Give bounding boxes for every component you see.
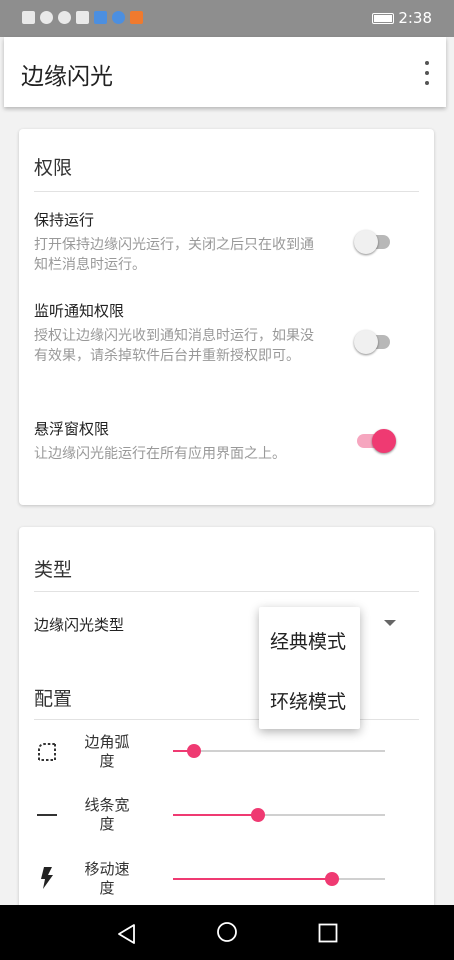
line-width-label: 线条宽度 <box>84 796 130 833</box>
notification-icons <box>22 11 143 24</box>
menu-item-classic-mode[interactable]: 经典模式 <box>270 627 346 654</box>
slider-thumb[interactable] <box>250 808 265 822</box>
status-bar: 2:38 <box>0 0 454 37</box>
move-speed-label: 移动速度 <box>84 860 130 897</box>
permissions-section-title: 权限 <box>34 157 73 179</box>
keep-running-description: 打开保持边缘闪光运行，关闭之后只在收到通知栏消息时运行。 <box>34 237 314 273</box>
type-config-card: 类型 边缘闪光类型 配置 边角弧度 线条宽度 移动速度 <box>19 527 434 927</box>
notification-permission-description: 授权让边缘闪光收到通知消息时运行，如果没有效果，请杀掉软件后台并重新授权即可。 <box>34 328 314 364</box>
home-icon[interactable] <box>216 921 238 943</box>
app-bar: 边缘闪光 <box>4 37 446 107</box>
slider-thumb[interactable] <box>187 744 202 758</box>
lightning-bolt-icon <box>41 867 53 889</box>
divider <box>34 191 419 192</box>
overlay-permission-description: 让边缘闪光能运行在所有应用界面之上。 <box>34 446 286 462</box>
notification-permission-title: 监听通知权限 <box>34 302 125 320</box>
divider <box>34 719 419 720</box>
clock: 2:38 <box>398 9 432 27</box>
overlay-permission-title: 悬浮窗权限 <box>34 420 110 438</box>
system-nav-bar <box>0 905 454 960</box>
line-width-slider[interactable] <box>173 808 385 822</box>
circle-app-icon <box>112 11 125 24</box>
type-section-title: 类型 <box>34 559 73 581</box>
move-speed-slider[interactable] <box>173 872 385 886</box>
flash-type-dropdown-menu: 经典模式 环绕模式 <box>259 607 360 729</box>
app-notification-icon <box>58 11 71 24</box>
line-width-icon <box>37 814 57 816</box>
keep-running-title: 保持运行 <box>34 211 95 229</box>
dropdown-arrow-icon[interactable] <box>384 620 396 626</box>
corner-radius-label: 边角弧度 <box>84 733 130 770</box>
keep-running-switch[interactable] <box>354 228 394 256</box>
recent-apps-icon[interactable] <box>318 923 338 943</box>
more-vert-icon[interactable] <box>422 61 432 85</box>
wifi-icon <box>40 11 53 24</box>
flash-type-label: 边缘闪光类型 <box>34 616 125 634</box>
permissions-card: 权限 保持运行 打开保持边缘闪光运行，关闭之后只在收到通知栏消息时运行。 监听通… <box>19 129 434 505</box>
blue-app-icon <box>94 11 107 24</box>
back-icon[interactable] <box>116 923 138 945</box>
slider-thumb[interactable] <box>325 872 339 886</box>
grid-app-icon <box>76 11 89 24</box>
divider <box>34 591 419 592</box>
config-section-title: 配置 <box>34 688 73 710</box>
orange-app-icon <box>130 11 143 24</box>
menu-item-surround-mode[interactable]: 环绕模式 <box>270 687 346 714</box>
rounded-corner-icon <box>38 743 56 761</box>
notification-permission-switch[interactable] <box>354 328 394 356</box>
page-title: 边缘闪光 <box>21 64 113 90</box>
corner-radius-slider[interactable] <box>173 744 385 758</box>
sim-icon <box>22 11 35 24</box>
battery-icon <box>372 12 395 24</box>
overlay-permission-switch[interactable] <box>354 427 396 455</box>
